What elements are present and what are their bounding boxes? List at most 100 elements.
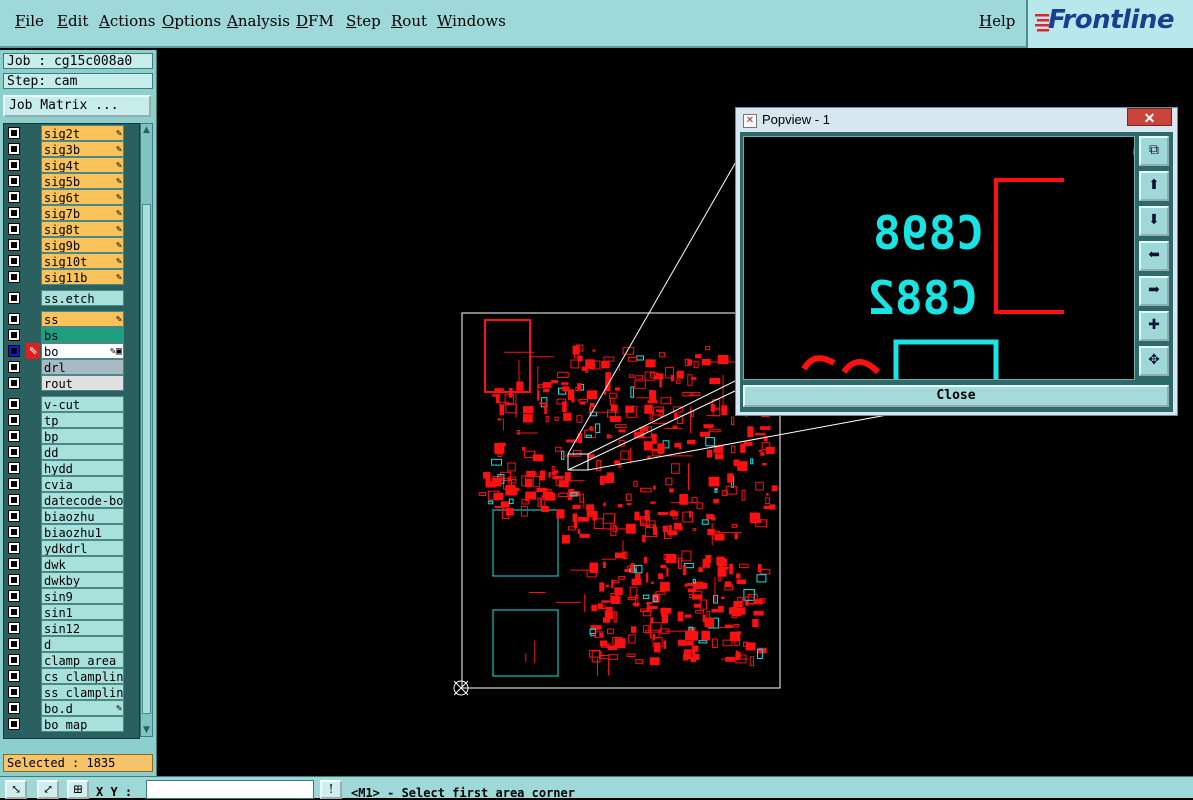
layer-name[interactable]: ydkdrl <box>41 540 124 556</box>
layer-affected-slot[interactable] <box>26 476 40 492</box>
layer-checkbox[interactable] <box>8 207 20 219</box>
layer-name[interactable]: bs <box>41 327 124 343</box>
layer-checkbox[interactable] <box>8 462 20 474</box>
work-layer-arrow-icon[interactable]: ⇖ <box>26 343 40 359</box>
layer-checkbox[interactable] <box>8 430 20 442</box>
layer-name[interactable]: sig11b ✎ <box>41 269 124 285</box>
layer-name[interactable]: sig3b ✎ <box>41 141 124 157</box>
layer-name[interactable]: v-cut <box>41 396 124 412</box>
layer-name[interactable]: d <box>41 636 124 652</box>
layer-name[interactable]: sig6t ✎ <box>41 189 124 205</box>
layer-name[interactable]: sin1 <box>41 604 124 620</box>
layer-affected-slot[interactable] <box>26 412 40 428</box>
layer-checkbox[interactable] <box>8 510 20 522</box>
layer-affected-slot[interactable] <box>26 604 40 620</box>
scroll-down-icon[interactable]: ▼ <box>141 724 152 736</box>
layer-affected-slot[interactable] <box>26 572 40 588</box>
layer-checkbox[interactable] <box>8 175 20 187</box>
layer-name[interactable]: ss.etch <box>41 290 124 306</box>
zoom-fit-icon[interactable]: ⧉ <box>1139 136 1169 166</box>
menu-edit[interactable]: Edit <box>57 12 88 30</box>
layer-row-hydd[interactable]: hydd <box>4 460 139 476</box>
layer-name[interactable]: bo_map <box>41 716 124 732</box>
window-close-button[interactable]: ✕ <box>1127 108 1172 126</box>
layer-checkbox[interactable] <box>8 159 20 171</box>
menu-rout[interactable]: Rout <box>391 12 427 30</box>
layer-row-sin9[interactable]: sin9 <box>4 588 139 604</box>
layer-row-v-cut[interactable]: v-cut <box>4 396 139 412</box>
layer-affected-slot[interactable] <box>26 269 40 285</box>
layer-checkbox[interactable] <box>8 478 20 490</box>
layer-scrollbar[interactable]: ▲ ▼ <box>140 123 153 737</box>
layer-name[interactable]: clamp_area <box>41 652 124 668</box>
scroll-thumb[interactable] <box>142 204 151 714</box>
layer-name[interactable]: sig10t ✎ <box>41 253 124 269</box>
layer-row-cvia[interactable]: cvia <box>4 476 139 492</box>
layer-affected-slot[interactable] <box>26 588 40 604</box>
layer-row-ydkdrl[interactable]: ydkdrl <box>4 540 139 556</box>
layer-row-biaozhu[interactable]: biaozhu <box>4 508 139 524</box>
layer-row-bp[interactable]: bp <box>4 428 139 444</box>
layer-affected-slot[interactable] <box>26 157 40 173</box>
layer-checkbox[interactable] <box>8 446 20 458</box>
layer-row-d[interactable]: d <box>4 636 139 652</box>
layer-row-sig10t[interactable]: sig10t ✎ <box>4 253 139 269</box>
layer-row-tp[interactable]: tp <box>4 412 139 428</box>
layer-name[interactable]: rout <box>41 375 124 391</box>
layer-checkbox[interactable] <box>8 654 20 666</box>
layer-row-dd[interactable]: dd <box>4 444 139 460</box>
layer-row-sig7b[interactable]: sig7b ✎ <box>4 205 139 221</box>
layer-row-sig3b[interactable]: sig3b ✎ <box>4 141 139 157</box>
job-matrix-button[interactable]: Job Matrix ... <box>3 95 151 117</box>
layer-row-clamp_area[interactable]: clamp_area <box>4 652 139 668</box>
layer-affected-slot[interactable] <box>26 556 40 572</box>
layer-affected-slot[interactable] <box>26 375 40 391</box>
layer-row-sin12[interactable]: sin12 <box>4 620 139 636</box>
layer-affected-slot[interactable] <box>26 668 40 684</box>
layer-affected-slot[interactable] <box>26 492 40 508</box>
prompt-info-icon[interactable]: ! <box>320 780 342 799</box>
layer-row-datecode-bo[interactable]: datecode-bo <box>4 492 139 508</box>
layer-checkbox[interactable] <box>8 494 20 506</box>
layer-row-dwkby[interactable]: dwkby <box>4 572 139 588</box>
layer-checkbox[interactable] <box>8 606 20 618</box>
layer-checkbox[interactable] <box>8 377 20 389</box>
layer-checkbox[interactable] <box>8 313 20 325</box>
layer-row-sig4t[interactable]: sig4t ✎ <box>4 157 139 173</box>
select-arrow-icon[interactable]: ⤡ <box>5 780 27 799</box>
layer-checkbox[interactable] <box>8 271 20 283</box>
layer-affected-slot[interactable] <box>26 460 40 476</box>
layer-checkbox[interactable] <box>8 223 20 235</box>
layer-row-biaozhu1[interactable]: biaozhu1 <box>4 524 139 540</box>
layer-name[interactable]: sig8t ✎ <box>41 221 124 237</box>
layer-name[interactable]: sig4t ✎ <box>41 157 124 173</box>
menu-windows[interactable]: Windows <box>437 12 506 30</box>
pan-left-icon[interactable]: ⬅ <box>1139 241 1169 271</box>
layer-row-ss_clampline[interactable]: ss_clampline <box>4 684 139 700</box>
layer-affected-slot[interactable] <box>26 253 40 269</box>
layer-checkbox[interactable] <box>8 718 20 730</box>
layer-checkbox[interactable] <box>8 558 20 570</box>
layer-row-sig5b[interactable]: sig5b ✎ <box>4 173 139 189</box>
layer-name[interactable]: sig9b ✎ <box>41 237 124 253</box>
layer-checkbox[interactable] <box>8 638 20 650</box>
layer-checkbox[interactable] <box>8 191 20 203</box>
layer-name[interactable]: bp <box>41 428 124 444</box>
layer-affected-slot[interactable] <box>26 237 40 253</box>
layer-name[interactable]: drl <box>41 359 124 375</box>
layer-affected-slot[interactable] <box>26 716 40 732</box>
grid-snap-icon[interactable]: ⊞ <box>67 780 89 799</box>
layer-name[interactable]: biaozhu1 <box>41 524 124 540</box>
menu-actions[interactable]: Actions <box>99 12 155 30</box>
layer-name[interactable]: bo ✎▣ <box>41 343 124 359</box>
layer-affected-slot[interactable] <box>26 540 40 556</box>
menu-options[interactable]: Options <box>162 12 221 30</box>
layer-affected-slot[interactable] <box>26 620 40 636</box>
layer-name[interactable]: sig2t ✎ <box>41 125 124 141</box>
layer-affected-slot[interactable] <box>26 173 40 189</box>
layer-name[interactable]: datecode-bo <box>41 492 124 508</box>
layer-checkbox[interactable] <box>8 702 20 714</box>
layer-name[interactable]: ss_clampline <box>41 684 124 700</box>
layer-checkbox[interactable] <box>8 143 20 155</box>
layer-affected-slot[interactable] <box>26 125 40 141</box>
